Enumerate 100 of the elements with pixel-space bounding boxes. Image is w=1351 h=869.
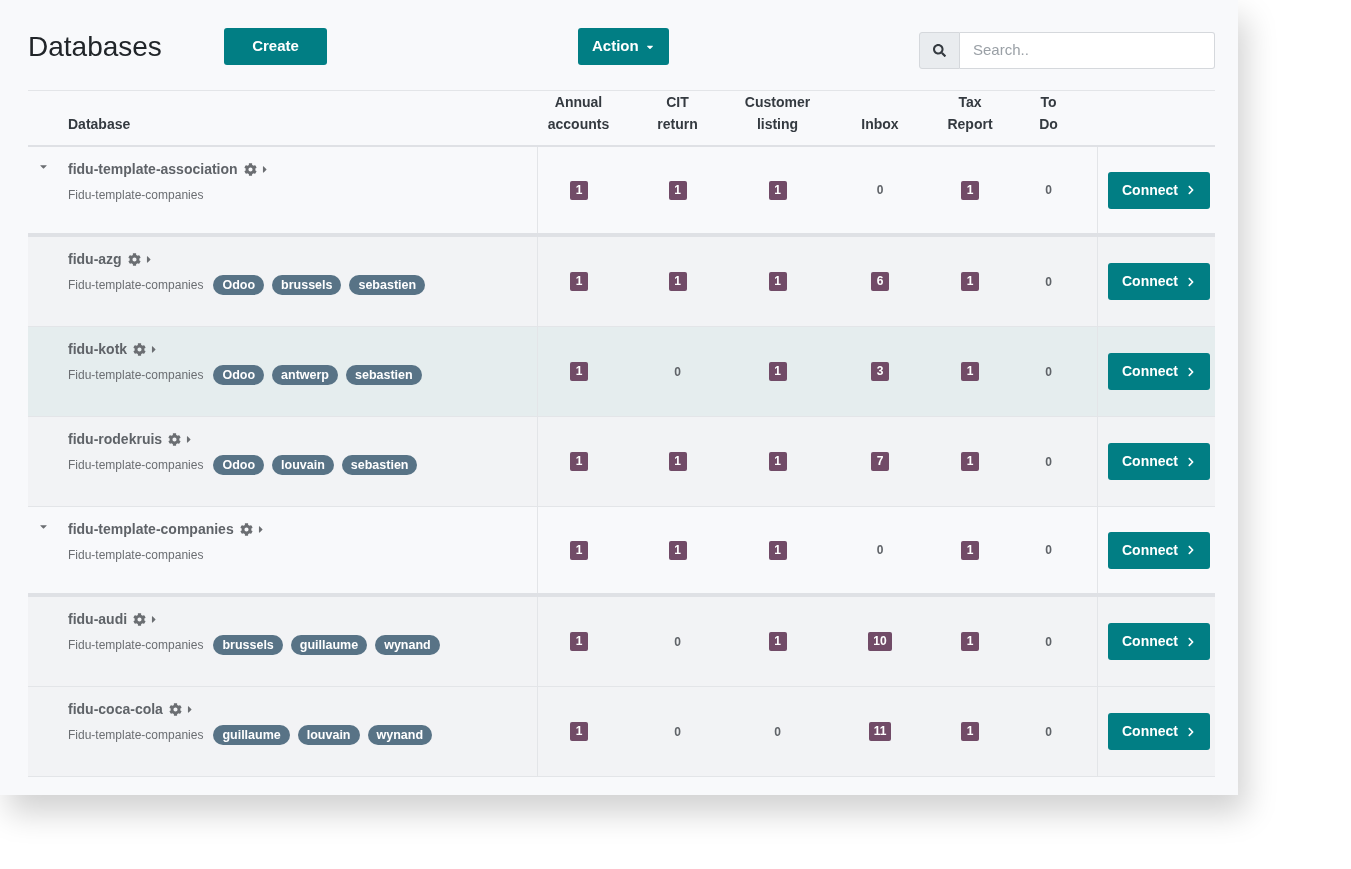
connect-button[interactable]: Connect xyxy=(1108,623,1210,660)
caret-icon[interactable] xyxy=(185,703,194,715)
caret-icon[interactable] xyxy=(256,523,265,535)
column-header[interactable]: To Do xyxy=(1039,91,1058,135)
database-name: fidu-template-companies xyxy=(68,519,234,539)
count-badge: 1 xyxy=(570,722,588,741)
count-value: 0 xyxy=(1045,453,1052,471)
tag: louvain xyxy=(272,454,334,476)
gear-icon[interactable] xyxy=(168,432,182,446)
database-name: fidu-coca-cola xyxy=(68,699,163,719)
database-name: fidu-audi xyxy=(68,609,128,629)
count-badge: 1 xyxy=(961,180,979,200)
chevron-right-icon xyxy=(1186,726,1196,737)
column-header[interactable]: CIT return xyxy=(657,91,698,135)
gear-icon[interactable] xyxy=(168,702,182,716)
connect-button[interactable]: Connect xyxy=(1108,171,1210,209)
tag: sebastien xyxy=(346,364,422,386)
connect-button[interactable]: Connect xyxy=(1108,531,1210,569)
tag: antwerp xyxy=(272,364,338,386)
column-header[interactable]: Annual accounts xyxy=(547,91,610,135)
caret-icon[interactable] xyxy=(144,253,153,265)
template-label: Fidu-template-companies xyxy=(68,547,204,564)
count-badge: 1 xyxy=(570,180,588,200)
chevron-right-icon xyxy=(1186,185,1196,195)
template-label: Fidu-template-companies xyxy=(68,727,204,744)
tag: Odoo xyxy=(213,274,265,296)
search-field[interactable]: Search.. xyxy=(960,32,1215,69)
create-button[interactable]: Create xyxy=(224,28,327,65)
table-row[interactable]: fidu-kotk Fidu-template-companies Odoo antwerp sebastien 1 0 1 3 1 0 Connect xyxy=(28,327,1215,417)
connect-button[interactable]: Connect xyxy=(1108,263,1210,300)
template-label: Fidu-template-companies xyxy=(68,277,204,294)
count-badge: 1 xyxy=(961,722,979,741)
count-badge: 10 xyxy=(868,632,892,651)
count-badge: 1 xyxy=(570,362,588,381)
column-header[interactable]: Customer listing xyxy=(744,91,811,135)
count-badge: 1 xyxy=(961,272,979,291)
database-name: fidu-rodekruis xyxy=(68,429,163,449)
action-button[interactable]: Action xyxy=(578,28,669,65)
count-badge: 11 xyxy=(868,722,892,741)
count-value: 0 xyxy=(1045,273,1052,291)
table-row[interactable]: fidu-azg Fidu-template-companies Odoo brussels sebastien 1 1 1 6 1 0 Connect xyxy=(28,237,1215,327)
table-row[interactable]: fidu-template-companies Fidu-template-companies 1 1 1 0 1 0 Connect xyxy=(28,507,1215,597)
count-badge: 1 xyxy=(668,272,687,291)
chevron-right-icon xyxy=(1186,276,1196,287)
count-badge: 1 xyxy=(961,452,979,471)
table-row[interactable]: fidu-audi Fidu-template-companies brussels guillaume wynand 1 0 1 10 1 0 Connect xyxy=(28,597,1215,687)
caret-icon[interactable] xyxy=(260,163,269,175)
column-header[interactable]: Tax Report xyxy=(947,91,993,135)
chevron-right-icon xyxy=(1186,545,1196,555)
count-badge: 1 xyxy=(570,272,588,291)
count-badge: 1 xyxy=(570,540,588,560)
gear-icon[interactable] xyxy=(133,342,147,356)
gear-icon[interactable] xyxy=(243,162,257,176)
count-badge: 1 xyxy=(961,540,979,560)
column-header[interactable]: Inbox xyxy=(861,113,899,135)
caret-icon[interactable] xyxy=(150,343,159,355)
template-label: Fidu-template-companies xyxy=(68,637,204,654)
caret-icon[interactable] xyxy=(150,613,159,625)
tag: brussels xyxy=(213,634,283,656)
count-badge: 1 xyxy=(768,180,787,200)
tag: sebastien xyxy=(341,454,418,476)
tag: sebastien xyxy=(349,274,426,296)
table-row[interactable]: fidu-template-association Fidu-template-companies 1 1 1 0 1 0 Connect xyxy=(28,147,1215,237)
count-badge: 1 xyxy=(570,632,588,651)
count-badge: 1 xyxy=(768,362,787,381)
count-badge: 1 xyxy=(668,540,687,560)
gear-icon[interactable] xyxy=(239,522,253,536)
chevron-right-icon xyxy=(1186,456,1196,467)
template-label: Fidu-template-companies xyxy=(68,367,204,384)
template-label: Fidu-template-companies xyxy=(68,187,204,204)
count-badge: 7 xyxy=(871,452,889,471)
count-value: 0 xyxy=(1045,363,1052,381)
count-value: 0 xyxy=(674,363,681,381)
chevron-right-icon xyxy=(1186,366,1196,377)
caret-icon[interactable] xyxy=(185,433,194,445)
count-badge: 1 xyxy=(570,452,588,471)
table-row[interactable]: fidu-coca-cola Fidu-template-companies guillaume louvain wynand 1 0 0 11 1 0 Connect xyxy=(28,687,1215,777)
page-title: Databases xyxy=(28,29,163,64)
count-badge: 1 xyxy=(961,362,979,381)
connect-button[interactable]: Connect xyxy=(1108,713,1210,750)
connect-button[interactable]: Connect xyxy=(1108,443,1210,480)
tag: wynand xyxy=(367,724,433,746)
count-badge: 6 xyxy=(871,272,889,291)
gear-icon[interactable] xyxy=(127,252,141,266)
count-badge: 1 xyxy=(668,452,687,471)
count-badge: 1 xyxy=(768,540,787,560)
count-badge: 3 xyxy=(871,362,889,381)
template-label: Fidu-template-companies xyxy=(68,457,204,474)
count-badge: 1 xyxy=(768,632,787,651)
count-value: 0 xyxy=(674,633,681,651)
database-name: fidu-kotk xyxy=(68,339,128,359)
column-header[interactable]: Database xyxy=(68,113,131,135)
tag: wynand xyxy=(375,634,440,656)
connect-button[interactable]: Connect xyxy=(1108,353,1210,390)
count-value: 0 xyxy=(1045,542,1052,559)
gear-icon[interactable] xyxy=(133,612,147,626)
tag: Odoo xyxy=(213,454,265,476)
count-value: 0 xyxy=(876,182,884,199)
table-row[interactable]: fidu-rodekruis Fidu-template-companies Odoo louvain sebastien 1 1 1 7 1 0 Connect xyxy=(28,417,1215,507)
count-value: 0 xyxy=(674,723,681,741)
